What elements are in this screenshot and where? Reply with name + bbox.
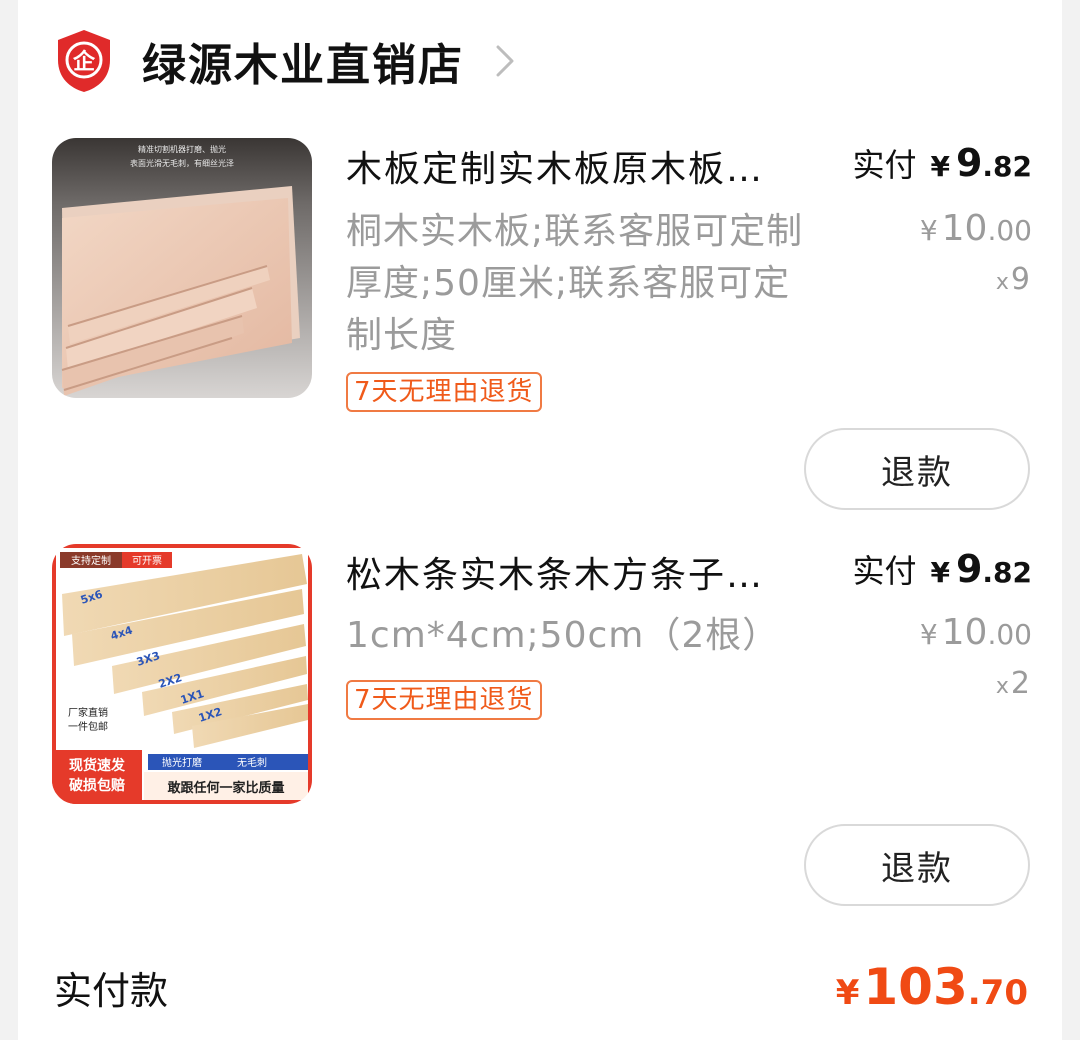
quantity: x 2 <box>996 666 1030 701</box>
refund-button[interactable]: 退款 <box>804 824 1030 906</box>
shop-badge-glyph: 企 <box>72 49 96 75</box>
paid-price: 实付 ¥ 9 .82 <box>852 546 1032 592</box>
chevron-right-icon[interactable] <box>494 43 516 79</box>
paid-label: 实付 <box>852 552 917 590</box>
paid-yen: ¥ <box>930 556 950 589</box>
quantity: x 9 <box>996 262 1030 297</box>
banner-quality: 敢跟任何一家比质量 <box>167 780 284 796</box>
product-title[interactable]: 松木条实木条木方条子… <box>346 546 764 598</box>
banner-damage: 破损包赔 <box>69 777 125 794</box>
banner-fast-ship: 现货速发 <box>69 757 126 774</box>
wood-board-product-image: 精准切割机器打磨、抛光 表面光滑无毛刺，有细丝光泽 <box>52 138 312 398</box>
banner-no-burr: 无毛刺 <box>237 757 267 769</box>
pine-wood-strips-product-image: 支持定制 可开票 5x6 4x4 3X3 2X2 1X1 1X2 厂家直销 一件… <box>52 544 312 804</box>
badge-custom: 支持定制 <box>71 554 111 567</box>
product-image-wood-board[interactable]: 精准切割机器打磨、抛光 表面光滑无毛刺，有细丝光泽 <box>52 138 312 398</box>
product-spec: 1cm*4cm;50cm（2根） <box>346 615 780 656</box>
orig-dec: .00 <box>987 618 1032 651</box>
refund-button[interactable]: 退款 <box>804 428 1030 510</box>
shop-header[interactable]: 企 绿源木业直销店 <box>54 26 516 96</box>
qty-value: 9 <box>1010 262 1030 297</box>
banner-polish: 抛光打磨 <box>162 756 202 769</box>
total-int: 103 <box>863 958 968 1016</box>
qty-x: x <box>995 674 1009 699</box>
total-paid-amount: ¥ 103 .70 <box>836 958 1028 1016</box>
note-direct: 厂家直销 <box>68 706 108 719</box>
paid-yen: ¥ <box>930 150 950 183</box>
badge-invoice: 可开票 <box>132 555 162 567</box>
qty-x: x <box>995 270 1009 295</box>
total-paid-label: 实付款 <box>54 969 169 1013</box>
orig-int: 10 <box>941 208 988 249</box>
paid-int: 9 <box>955 547 983 591</box>
svg-text:精准切割机器打磨、抛光: 精准切割机器打磨、抛光 <box>138 144 226 154</box>
original-price: ¥ 10 .00 <box>920 208 1032 249</box>
paid-dec: .82 <box>982 556 1032 589</box>
orig-yen: ¥ <box>919 618 938 651</box>
qty-value: 2 <box>1010 666 1030 701</box>
enterprise-shield-icon: 企 <box>58 30 110 92</box>
return-policy-tag: 7天无理由退货 <box>346 680 542 720</box>
paid-int: 9 <box>955 141 983 185</box>
note-free-shipping: 一件包邮 <box>68 720 108 733</box>
total-dec: .70 <box>967 973 1028 1013</box>
total-yen: ¥ <box>835 973 860 1013</box>
paid-price: 实付 ¥ 9 .82 <box>852 140 1032 186</box>
paid-label: 实付 <box>852 146 917 184</box>
product-title[interactable]: 木板定制实木板原木板… <box>346 140 764 192</box>
orig-int: 10 <box>941 612 988 653</box>
shop-name[interactable]: 绿源木业直销店 <box>142 29 464 93</box>
original-price: ¥ 10 .00 <box>920 612 1032 653</box>
product-spec: 桐木实木板;联系客服可定制厚度;50厘米;联系客服可定制长度 <box>346 211 804 356</box>
paid-dec: .82 <box>982 150 1032 183</box>
orig-dec: .00 <box>987 214 1032 247</box>
orig-yen: ¥ <box>919 214 938 247</box>
svg-text:表面光滑无毛刺，有细丝光泽: 表面光滑无毛刺，有细丝光泽 <box>130 158 234 168</box>
product-image-pine-strips[interactable]: 支持定制 可开票 5x6 4x4 3X3 2X2 1X1 1X2 厂家直销 一件… <box>52 544 312 804</box>
return-policy-tag: 7天无理由退货 <box>346 372 542 412</box>
